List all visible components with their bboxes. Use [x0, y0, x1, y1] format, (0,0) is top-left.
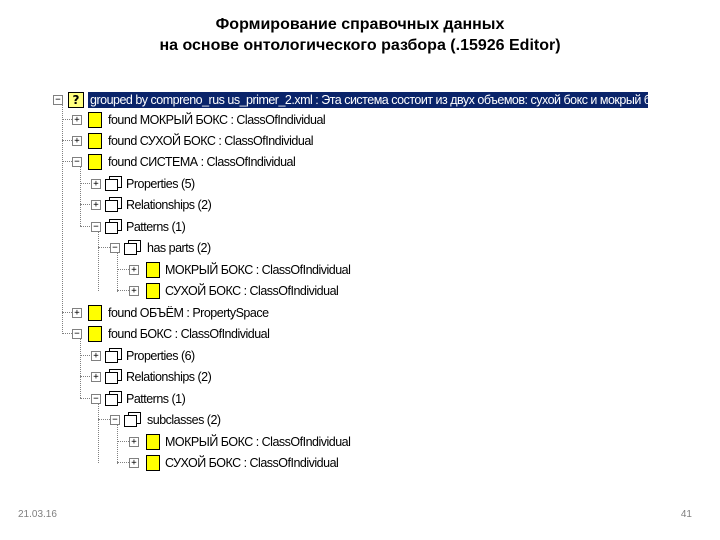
expand-icon[interactable]: + [129, 437, 139, 447]
collapse-icon[interactable]: − [110, 243, 120, 253]
individual-icon [146, 455, 160, 471]
expand-icon[interactable]: + [72, 308, 82, 318]
tree-item[interactable]: + МОКРЫЙ БОКС : ClassOfIndividual [0, 432, 720, 452]
tree-item[interactable]: + Relationships (2) [0, 195, 720, 215]
tree-item-label[interactable]: found СУХОЙ БОКС : ClassOfIndividual [108, 133, 314, 149]
individual-icon [88, 133, 102, 149]
collapse-icon[interactable]: − [53, 95, 63, 105]
tree-item-label[interactable]: Properties (5) [126, 176, 195, 192]
folder-icon [105, 197, 122, 212]
collapse-icon[interactable]: − [72, 329, 82, 339]
tree-item-label[interactable]: МОКРЫЙ БОКС : ClassOfIndividual [165, 434, 351, 450]
tree-item-label[interactable]: found МОКРЫЙ БОКС : ClassOfIndividual [108, 112, 326, 128]
tree-item[interactable]: − found СИСТЕМА : ClassOfIndividual [0, 152, 720, 172]
collapse-icon[interactable]: − [110, 415, 120, 425]
expand-icon[interactable]: + [129, 458, 139, 468]
expand-icon[interactable]: + [72, 115, 82, 125]
tree-item-label[interactable]: СУХОЙ БОКС : ClassOfIndividual [165, 283, 339, 299]
individual-icon [88, 305, 102, 321]
individual-icon [146, 434, 160, 450]
expand-icon[interactable]: + [72, 136, 82, 146]
folder-icon [124, 412, 141, 427]
expand-icon[interactable]: + [91, 351, 101, 361]
tree-item[interactable]: − found БОКС : ClassOfIndividual [0, 324, 720, 344]
tree-item-label[interactable]: Patterns (1) [126, 391, 186, 407]
tree-item[interactable]: + Properties (6) [0, 346, 720, 366]
tree-item-label[interactable]: subclasses (2) [147, 412, 221, 428]
tree-item[interactable]: + СУХОЙ БОКС : ClassOfIndividual [0, 453, 720, 473]
collapse-icon[interactable]: − [91, 222, 101, 232]
individual-icon [146, 262, 160, 278]
individual-icon [88, 154, 102, 170]
tree-item-label[interactable]: found БОКС : ClassOfIndividual [108, 326, 270, 342]
folder-icon [124, 240, 141, 255]
expand-icon[interactable]: + [129, 286, 139, 296]
folder-icon [105, 219, 122, 234]
tree-item[interactable]: + МОКРЫЙ БОКС : ClassOfIndividual [0, 260, 720, 280]
collapse-icon[interactable]: − [72, 157, 82, 167]
tree-item[interactable]: + found МОКРЫЙ БОКС : ClassOfIndividual [0, 110, 720, 130]
tree-item[interactable]: + found ОБЪЁМ : PropertySpace [0, 303, 720, 323]
tree-item-label[interactable]: Patterns (1) [126, 219, 186, 235]
folder-icon [105, 176, 122, 191]
tree-item-label[interactable]: Relationships (2) [126, 369, 212, 385]
tree-item-label[interactable]: has parts (2) [147, 240, 211, 256]
individual-icon [88, 326, 102, 342]
tree-root-label[interactable]: grouped by compreno_rus us_primer_2.xml … [88, 92, 648, 108]
tree-item[interactable]: + Relationships (2) [0, 367, 720, 387]
slide-date: 21.03.16 [18, 509, 57, 520]
tree-root-row[interactable]: − ? grouped by compreno_rus us_primer_2.… [0, 90, 720, 110]
tree-item[interactable]: − Patterns (1) [0, 389, 720, 409]
question-icon: ? [68, 92, 84, 108]
tree-item-label[interactable]: found ОБЪЁМ : PropertySpace [108, 305, 269, 321]
expand-icon[interactable]: + [91, 372, 101, 382]
tree-item-label[interactable]: Properties (6) [126, 348, 195, 364]
expand-icon[interactable]: + [129, 265, 139, 275]
folder-icon [105, 369, 122, 384]
tree-item[interactable]: − Patterns (1) [0, 217, 720, 237]
collapse-icon[interactable]: − [91, 394, 101, 404]
ontology-tree: − ? grouped by compreno_rus us_primer_2.… [0, 0, 720, 540]
folder-icon [105, 348, 122, 363]
tree-item[interactable]: + Properties (5) [0, 174, 720, 194]
individual-icon [88, 112, 102, 128]
tree-item-label[interactable]: СУХОЙ БОКС : ClassOfIndividual [165, 455, 339, 471]
expand-icon[interactable]: + [91, 179, 101, 189]
tree-item[interactable]: + СУХОЙ БОКС : ClassOfIndividual [0, 281, 720, 301]
tree-item[interactable]: − has parts (2) [0, 238, 720, 258]
tree-item-label[interactable]: МОКРЫЙ БОКС : ClassOfIndividual [165, 262, 351, 278]
tree-item[interactable]: − subclasses (2) [0, 410, 720, 430]
tree-item-label[interactable]: found СИСТЕМА : ClassOfIndividual [108, 154, 296, 170]
tree-item-label[interactable]: Relationships (2) [126, 197, 212, 213]
tree-item[interactable]: + found СУХОЙ БОКС : ClassOfIndividual [0, 131, 720, 151]
expand-icon[interactable]: + [91, 200, 101, 210]
slide-page-number: 41 [680, 509, 692, 520]
folder-icon [105, 391, 122, 406]
individual-icon [146, 283, 160, 299]
